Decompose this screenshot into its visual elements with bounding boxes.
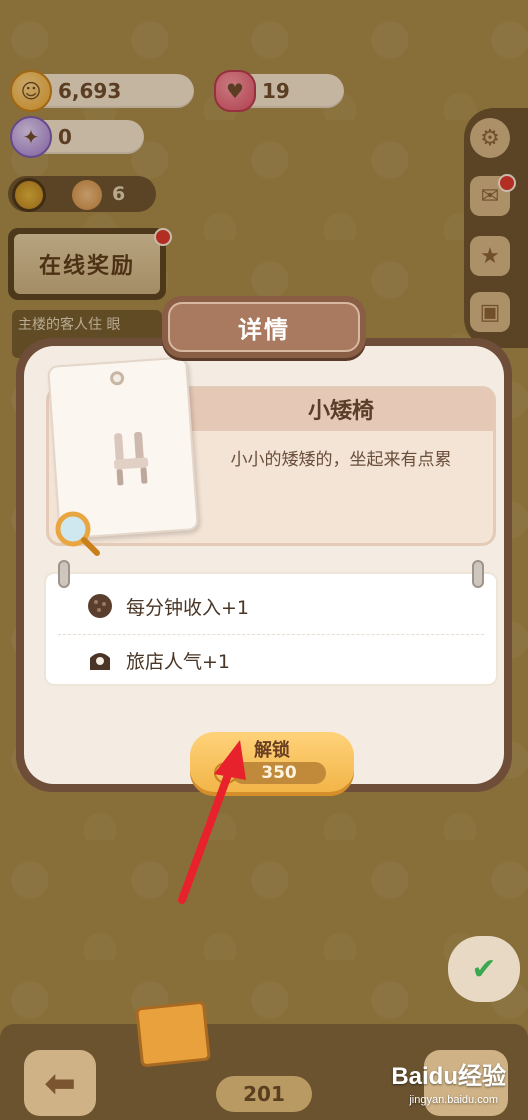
- modal-body: 小矮椅 小小的矮矮的，坐起来有点累 每分钟收入+1 旅店人气+1 解锁 350: [24, 346, 504, 792]
- pin-icon: [58, 560, 70, 588]
- back-arrow-button[interactable]: ⬅: [24, 1050, 96, 1116]
- modal-title: 详情: [168, 302, 360, 352]
- cookie-icon: [88, 594, 112, 618]
- bonus-row-popularity: 旅店人气+1: [86, 640, 230, 680]
- bonus-list: 每分钟收入+1 旅店人气+1: [46, 560, 496, 684]
- pin-icon: [472, 560, 484, 588]
- bonus-label: 每分钟收入+1: [126, 596, 250, 619]
- item-description: 小小的矮矮的，坐起来有点累: [230, 450, 452, 470]
- bonus-label: 旅店人气+1: [126, 650, 231, 673]
- magnifier-icon[interactable]: [53, 509, 101, 557]
- chair-icon: [113, 431, 149, 486]
- page-number: 201: [216, 1076, 312, 1112]
- modal-title-plate: 详情: [162, 296, 366, 358]
- watermark-logo: Baidu经验: [391, 1063, 506, 1090]
- popularity-icon: [90, 653, 110, 670]
- tag-hole: [109, 370, 125, 386]
- item-name: 小矮椅: [307, 399, 374, 424]
- detail-modal: 小矮椅 小小的矮矮的，坐起来有点累 每分钟收入+1 旅店人气+1 解锁 350: [16, 338, 512, 792]
- item-info-card: 小矮椅 小小的矮矮的，坐起来有点累: [46, 356, 496, 556]
- chat-check-icon[interactable]: ✔: [448, 936, 520, 1002]
- annotation-arrow-icon: [178, 740, 246, 904]
- bonus-row-income: 每分钟收入+1: [86, 586, 249, 626]
- divider: [58, 634, 484, 635]
- recipe-book-icon[interactable]: [135, 1000, 211, 1068]
- watermark-url: jingyan.baidu.com: [409, 1094, 498, 1106]
